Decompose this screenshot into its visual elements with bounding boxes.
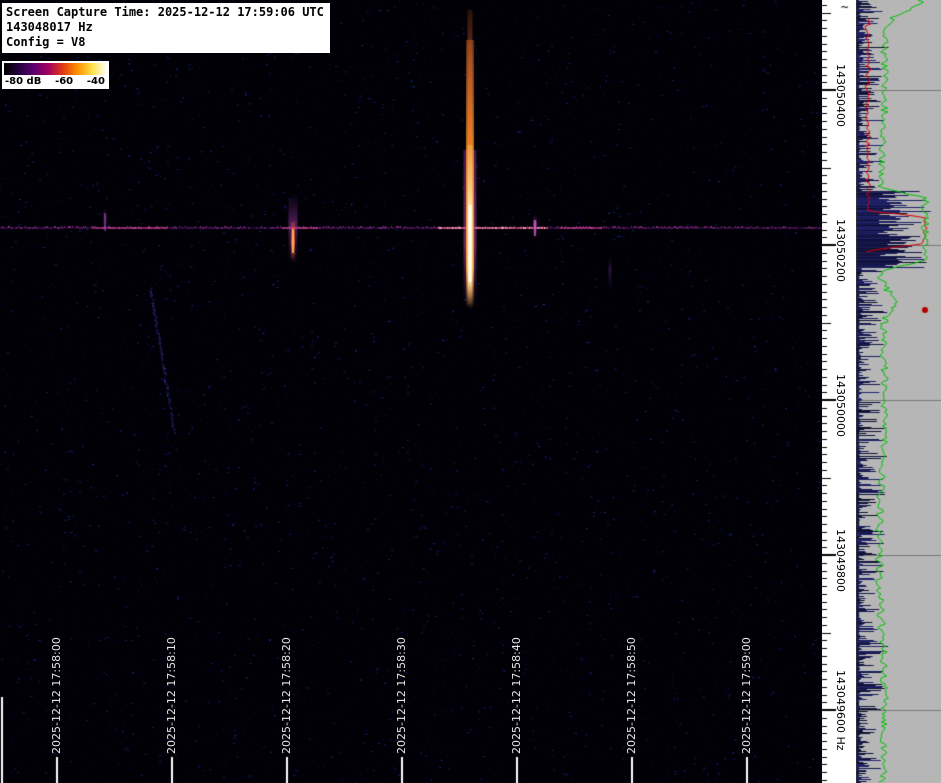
color-scale-gradient — [4, 63, 107, 75]
capture-info-box: Screen Capture Time: 2025-12-12 17:59:06… — [2, 3, 330, 53]
time-tick-label: 2025-12-12 17:58:30 — [395, 637, 408, 754]
freq-tick-label: 143049600 Hz — [834, 670, 847, 751]
freq-tick-label: 143050200 — [834, 219, 847, 282]
time-tick-label: 2025-12-12 17:59:00 — [740, 637, 753, 754]
freq-tick-label: 143050400 — [834, 64, 847, 127]
config-text: Config = V8 — [6, 35, 324, 50]
color-scale-min-label: -80 dB — [5, 76, 41, 87]
freq-tick-label: 143049800 — [834, 529, 847, 592]
center-frequency-text: 143048017 Hz — [6, 20, 324, 35]
color-scale-labels: -80 dB -60 -40 — [4, 75, 107, 87]
color-scale-max-label: -40 — [87, 76, 105, 87]
waterfall-spectrogram — [0, 0, 822, 783]
color-scale-legend: -80 dB -60 -40 — [2, 61, 109, 89]
time-tick-label: 2025-12-12 17:58:40 — [510, 637, 523, 754]
color-scale-mid-label: -60 — [55, 76, 73, 87]
time-tick-label: 2025-12-12 17:58:50 — [625, 637, 638, 754]
spectrum-side-panel — [856, 0, 941, 783]
spectrogram-app: Screen Capture Time: 2025-12-12 17:59:06… — [0, 0, 941, 783]
time-tick-label: 2025-12-12 17:58:10 — [165, 637, 178, 754]
time-tick-label: 2025-12-12 17:58:20 — [280, 637, 293, 754]
time-tick-label: 2025-12-12 17:58:00 — [50, 637, 63, 754]
capture-time-text: Screen Capture Time: 2025-12-12 17:59:06… — [6, 5, 324, 20]
freq-tick-label: 143050000 — [834, 374, 847, 437]
